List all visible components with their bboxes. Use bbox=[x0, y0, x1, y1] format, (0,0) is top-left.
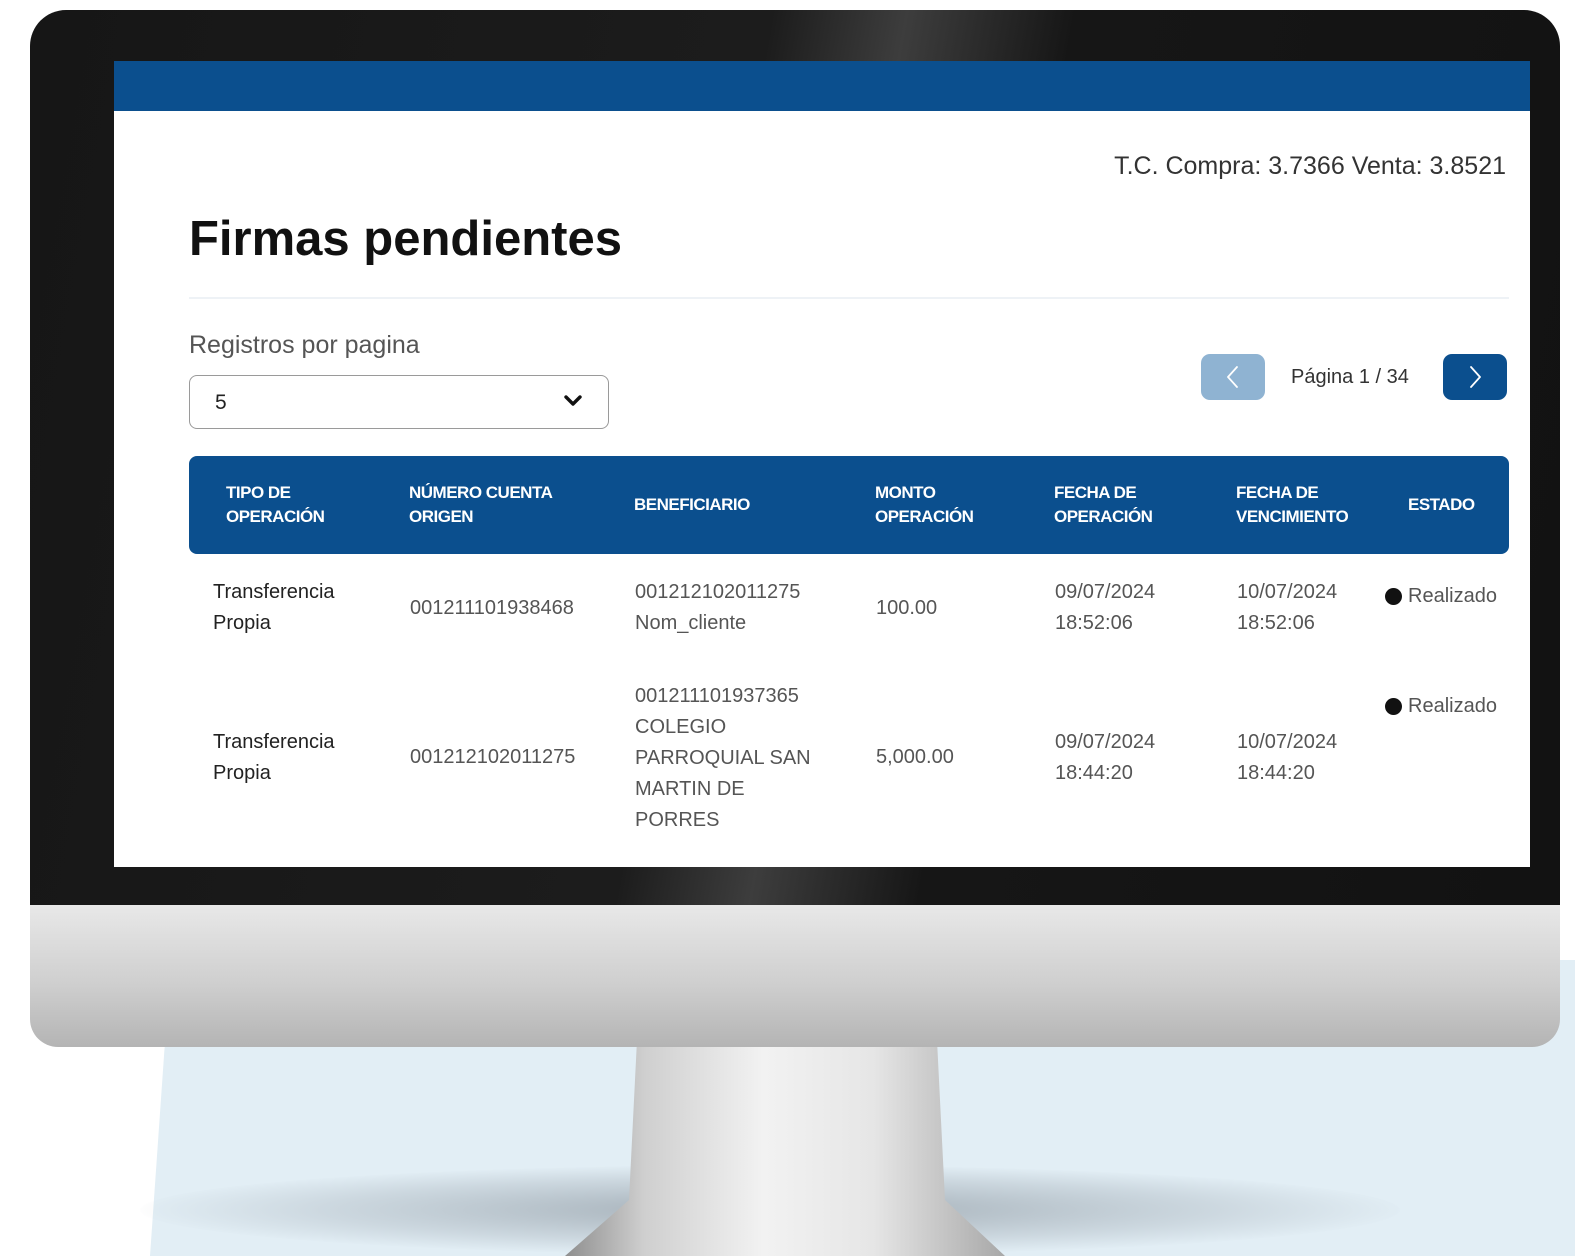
header-fecha-operacion[interactable]: FECHA DE OPERACIÓN bbox=[1054, 456, 1153, 554]
top-navigation-bar bbox=[114, 61, 1530, 111]
app-screen: T.C. Compra: 3.7366 Venta: 3.8521 Firmas… bbox=[114, 61, 1530, 867]
cell-beneficiario: 001212102011275 Nom_cliente bbox=[635, 581, 801, 634]
page-title: Firmas pendientes bbox=[189, 212, 622, 266]
records-per-page-select[interactable]: 5 bbox=[189, 375, 609, 429]
header-fecha-vencimiento[interactable]: FECHA DE VENCIMIENTO bbox=[1236, 456, 1349, 554]
cell-fecha-operacion: 09/07/2024 18:52:06 bbox=[1055, 581, 1156, 634]
title-divider bbox=[189, 297, 1509, 299]
cell-numero-cuenta: 001212102011275 bbox=[410, 746, 576, 768]
monitor-chin bbox=[30, 905, 1560, 1047]
exchange-rate-text: T.C. Compra: 3.7366 Venta: 3.8521 bbox=[1114, 152, 1506, 180]
header-estado[interactable]: ESTADO bbox=[1408, 456, 1475, 554]
cell-beneficiario: 001211101937365 COLEGIO PARROQUIAL SAN M… bbox=[635, 685, 811, 831]
header-beneficiario[interactable]: BENEFICIARIO bbox=[634, 456, 750, 554]
cell-tipo-operacion: Transferencia Propia bbox=[213, 581, 335, 634]
cell-monto: 100.00 bbox=[876, 597, 938, 619]
previous-page-button[interactable] bbox=[1201, 354, 1265, 400]
status-dot-icon bbox=[1385, 698, 1402, 715]
status-badge: Realizado bbox=[1385, 585, 1497, 608]
records-per-page-value: 5 bbox=[215, 391, 227, 414]
pagination-label: Página 1 / 34 bbox=[1291, 366, 1409, 388]
cell-fecha-vencimiento: 10/07/2024 18:44:20 bbox=[1237, 731, 1338, 784]
monitor-bezel: T.C. Compra: 3.7366 Venta: 3.8521 Firmas… bbox=[30, 10, 1560, 905]
chevron-right-icon bbox=[1470, 366, 1481, 388]
header-monto[interactable]: MONTO OPERACIÓN bbox=[875, 456, 974, 554]
header-tipo-operacion[interactable]: TIPO DE OPERACIÓN bbox=[226, 456, 325, 554]
chevron-left-icon bbox=[1227, 366, 1238, 388]
cell-tipo-operacion: Transferencia Propia bbox=[213, 731, 335, 784]
table-header: TIPO DE OPERACIÓN NÚMERO CUENTA ORIGEN B… bbox=[189, 456, 1509, 554]
next-page-button[interactable] bbox=[1443, 354, 1507, 400]
cell-fecha-operacion: 09/07/2024 18:44:20 bbox=[1055, 731, 1156, 784]
cell-fecha-vencimiento: 10/07/2024 18:52:06 bbox=[1237, 581, 1338, 634]
header-numero-cuenta[interactable]: NÚMERO CUENTA ORIGEN bbox=[409, 456, 553, 554]
status-dot-icon bbox=[1385, 588, 1402, 605]
status-text: Realizado bbox=[1408, 585, 1497, 607]
cell-numero-cuenta: 001211101938468 bbox=[410, 597, 574, 619]
chevron-down-icon bbox=[564, 395, 582, 406]
status-text: Realizado bbox=[1408, 695, 1497, 717]
status-badge: Realizado bbox=[1385, 695, 1497, 718]
records-per-page-label: Registros por pagina bbox=[189, 331, 420, 359]
cell-monto: 5,000.00 bbox=[876, 746, 954, 768]
